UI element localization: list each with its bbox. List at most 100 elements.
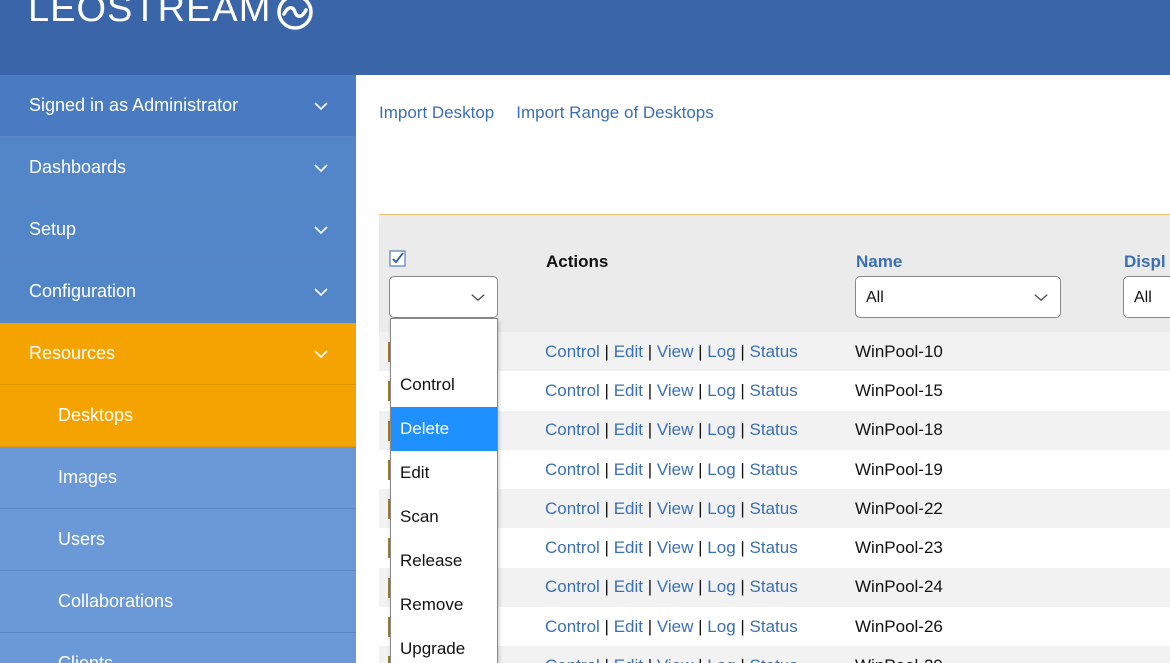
row-action-status-link[interactable]: Status [750, 577, 798, 596]
row-action-log-link[interactable]: Log [707, 577, 735, 596]
sidebar-item-users[interactable]: Users [0, 509, 356, 571]
row-action-status-link[interactable]: Status [750, 460, 798, 479]
row-action-status-link[interactable]: Status [750, 420, 798, 439]
dropdown-option-control[interactable]: Control [391, 363, 497, 407]
row-action-log-link[interactable]: Log [707, 342, 735, 361]
row-action-log-link[interactable]: Log [707, 381, 735, 400]
separator: | [735, 380, 750, 400]
dropdown-option-scan[interactable]: Scan [391, 495, 497, 539]
row-action-log-link[interactable]: Log [707, 420, 735, 439]
dropdown-option-upgrade[interactable]: Upgrade [391, 627, 497, 663]
separator: | [693, 616, 708, 636]
row-action-status-link[interactable]: Status [750, 656, 798, 663]
row-action-control-link[interactable]: Control [545, 420, 600, 439]
row-action-edit-link[interactable]: Edit [614, 617, 643, 636]
sidebar-item-label: Dashboards [29, 157, 127, 177]
column-header-name[interactable]: Name [856, 252, 902, 272]
row-action-log-link[interactable]: Log [707, 656, 735, 663]
select-all-checkbox[interactable] [389, 250, 406, 267]
import-range-link[interactable]: Import Range of Desktops [516, 103, 713, 123]
sidebar-item-setup[interactable]: Setup [0, 199, 356, 261]
row-action-control-link[interactable]: Control [545, 342, 600, 361]
chevron-down-icon [314, 101, 328, 110]
sidebar-item-dashboards[interactable]: Dashboards [0, 137, 356, 199]
sidebar-item-resources[interactable]: Resources [0, 323, 356, 385]
separator: | [643, 656, 657, 663]
row-action-log-link[interactable]: Log [707, 617, 735, 636]
sidebar-item-clients[interactable]: Clients [0, 633, 356, 663]
sidebar-item-label: Configuration [29, 281, 137, 301]
bulk-action-select[interactable] [389, 276, 498, 318]
separator: | [735, 616, 750, 636]
row-action-edit-link[interactable]: Edit [614, 577, 643, 596]
row-action-log-link[interactable]: Log [707, 538, 735, 557]
separator: | [642, 616, 657, 636]
dropdown-option-edit[interactable]: Edit [391, 451, 497, 495]
sidebar-item-signed-in[interactable]: Signed in as Administrator [0, 75, 356, 137]
import-desktop-link[interactable]: Import Desktop [379, 103, 494, 123]
row-action-log-link[interactable]: Log [707, 499, 735, 518]
row-action-control-link[interactable]: Control [545, 577, 600, 596]
row-action-view-link[interactable]: View [657, 381, 694, 400]
dropdown-option-remove[interactable]: Remove [391, 583, 497, 627]
row-action-status-link[interactable]: Status [750, 617, 798, 636]
separator: | [693, 656, 707, 663]
name-filter-select[interactable]: All [855, 276, 1061, 318]
row-action-control-link[interactable]: Control [545, 460, 600, 479]
row-action-view-link[interactable]: View [657, 342, 694, 361]
row-action-control-link[interactable]: Control [545, 499, 600, 518]
sidebar-item-collaborations[interactable]: Collaborations [0, 571, 356, 633]
separator: | [735, 538, 750, 558]
dropdown-option-release[interactable]: Release [391, 539, 497, 583]
row-action-edit-link[interactable]: Edit [614, 342, 643, 361]
chevron-down-icon [1034, 294, 1048, 301]
sidebar-item-images[interactable]: Images [0, 447, 356, 509]
name-filter-value: All [866, 289, 884, 306]
display-filter-select[interactable]: All [1123, 276, 1170, 318]
row-action-status-link[interactable]: Status [750, 381, 798, 400]
row-action-control-link[interactable]: Control [545, 538, 600, 557]
separator: | [599, 577, 614, 597]
sidebar-item-configuration[interactable]: Configuration [0, 261, 356, 323]
row-action-edit-link[interactable]: Edit [614, 656, 643, 663]
column-header-display[interactable]: Displ [1124, 252, 1166, 272]
row-action-edit-link[interactable]: Edit [614, 381, 643, 400]
sidebar-item-label: Desktops [58, 405, 134, 425]
separator: | [599, 420, 614, 440]
row-action-edit-link[interactable]: Edit [614, 538, 643, 557]
display-filter-value: All [1134, 289, 1152, 306]
row-action-status-link[interactable]: Status [750, 538, 798, 557]
row-action-control-link[interactable]: Control [545, 656, 600, 663]
separator: | [693, 341, 708, 361]
row-actions: Control | Edit | View | Log | Status [545, 577, 798, 597]
row-name: WinPool-23 [855, 538, 943, 558]
separator: | [642, 498, 657, 518]
row-action-control-link[interactable]: Control [545, 617, 600, 636]
row-action-view-link[interactable]: View [657, 538, 694, 557]
sidebar-item-label: Setup [29, 219, 77, 239]
row-action-view-link[interactable]: View [657, 420, 694, 439]
row-action-view-link[interactable]: View [657, 656, 694, 663]
row-action-status-link[interactable]: Status [750, 342, 798, 361]
sidebar-item-desktops[interactable]: Desktops [0, 385, 356, 447]
dropdown-option-delete[interactable]: Delete [391, 407, 497, 451]
row-action-view-link[interactable]: View [657, 617, 694, 636]
row-name: WinPool-26 [855, 616, 943, 636]
row-action-edit-link[interactable]: Edit [614, 499, 643, 518]
chevron-down-icon [314, 163, 328, 172]
row-action-view-link[interactable]: View [657, 499, 694, 518]
dropdown-option-blank[interactable] [391, 319, 497, 363]
sidebar-item-label: Resources [29, 343, 116, 363]
row-actions: Control | Edit | View | Log | Status [545, 499, 798, 519]
row-action-control-link[interactable]: Control [545, 381, 600, 400]
row-actions: Control | Edit | View | Log | Status [545, 420, 798, 440]
row-action-edit-link[interactable]: Edit [614, 420, 643, 439]
row-action-view-link[interactable]: View [657, 577, 694, 596]
row-action-log-link[interactable]: Log [707, 460, 735, 479]
separator: | [735, 577, 750, 597]
row-actions: Control | Edit | View | Log | Status [545, 617, 798, 637]
row-action-view-link[interactable]: View [657, 460, 694, 479]
row-action-edit-link[interactable]: Edit [614, 460, 643, 479]
row-action-status-link[interactable]: Status [750, 499, 798, 518]
leostream-logo[interactable]: LEOSTREAM [28, 0, 315, 32]
